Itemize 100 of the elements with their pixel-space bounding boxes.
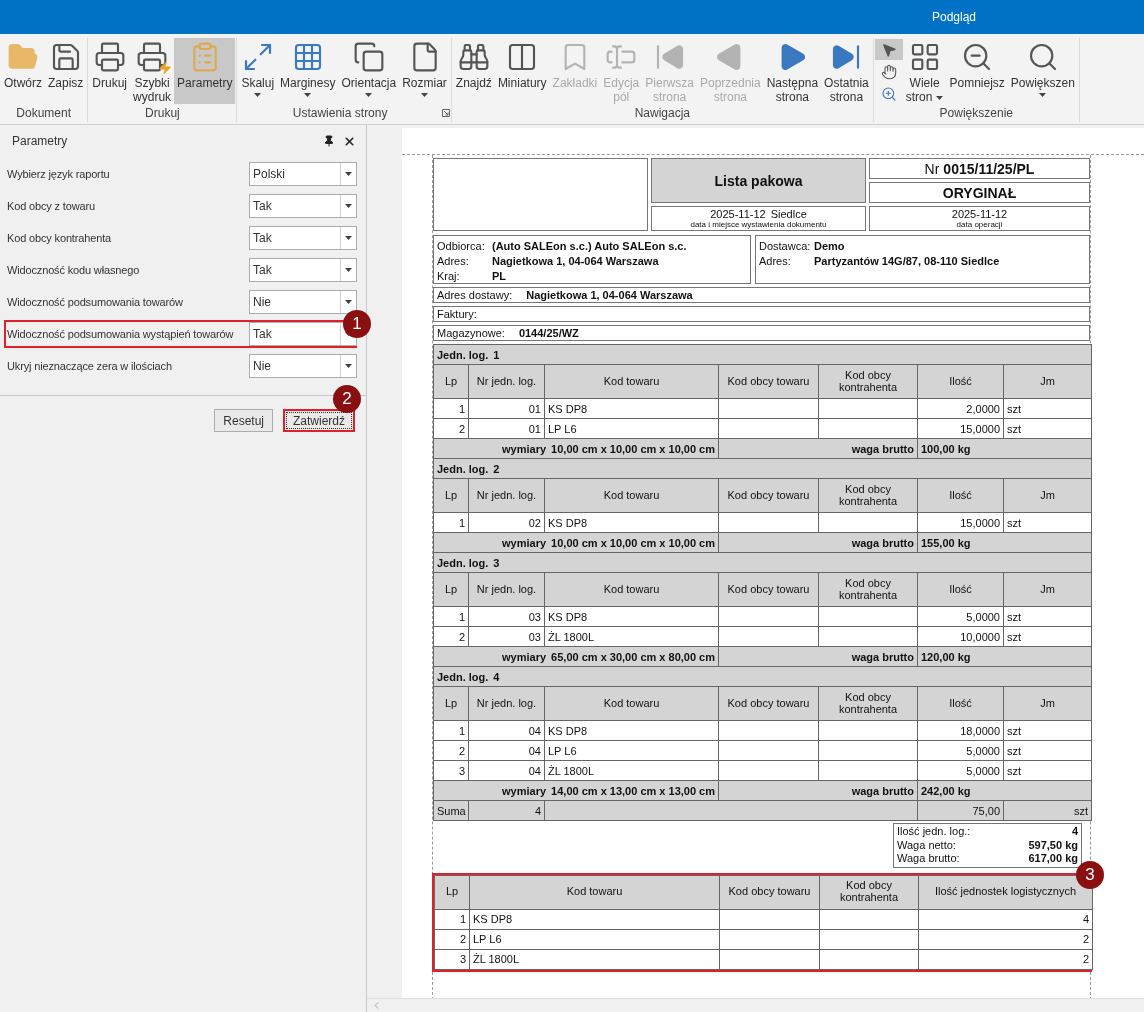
column-header: Jm xyxy=(1003,478,1092,513)
step-badge: 2 xyxy=(333,385,361,413)
ribbon-button[interactable]: Pomniejsz xyxy=(946,38,1008,104)
caret-icon xyxy=(365,93,373,98)
printer-bolt-icon xyxy=(136,41,169,73)
dropdown-field[interactable]: Polski xyxy=(249,162,357,186)
weight-label: waga brutto xyxy=(851,650,914,663)
column-header: Jm xyxy=(1003,364,1092,399)
field-value: Partyzantów 14G/87, 08-110 Siedlce xyxy=(814,254,1001,267)
field-value: Nagietkowa 1, 04-064 Warszawa xyxy=(526,289,693,301)
table-cell: 3 xyxy=(433,760,469,781)
caret-icon xyxy=(345,236,352,240)
caret-icon xyxy=(936,96,944,101)
unit-title: Jedn. log. xyxy=(437,348,489,361)
printer-icon xyxy=(93,41,126,73)
caret-icon xyxy=(254,93,262,98)
ribbon-button[interactable]: Szybki wydruk xyxy=(130,38,175,104)
column-header: Lp xyxy=(433,478,469,513)
total-label: Waga brutto: xyxy=(897,852,960,866)
total-label: Ilość jedn. log.: xyxy=(897,825,971,839)
document-title: Lista pakowa xyxy=(714,172,803,189)
column-header: Kod towaru xyxy=(544,364,719,399)
ribbon-button[interactable]: Znajdź xyxy=(452,38,495,104)
dimensions-label: wymiary xyxy=(502,650,547,663)
column-header: Lp xyxy=(434,875,470,909)
ribbon-button[interactable]: Rozmiar xyxy=(399,38,450,104)
option-label: Widoczność kodu własnego xyxy=(6,264,140,276)
column-header: Kod obcy towaru xyxy=(719,875,820,909)
panel-button[interactable]: Zatwierdź xyxy=(283,409,355,432)
field-caption: data operacji xyxy=(956,220,1003,229)
column-header: Kod towaru xyxy=(544,478,719,513)
unit-number: 3 xyxy=(493,556,500,569)
dropdown-field[interactable]: Tak xyxy=(249,194,357,218)
dimensions-label: wymiary xyxy=(502,784,547,797)
caret-icon xyxy=(345,268,352,272)
unit-title: Jedn. log. xyxy=(437,670,489,683)
column-header: Nr jedn. log. xyxy=(468,364,545,399)
ribbon-button[interactable]: Skaluj xyxy=(238,38,278,104)
column-header: Lp xyxy=(433,572,469,607)
table-cell: 2 xyxy=(433,418,469,439)
column-header: Kod towaru xyxy=(469,875,720,909)
tool-button[interactable] xyxy=(874,39,903,60)
close-icon[interactable] xyxy=(343,134,356,148)
table-cell: 2 xyxy=(433,740,469,761)
column-header: Jm xyxy=(1003,572,1092,607)
caret-icon xyxy=(304,93,312,98)
column-header: Nr jedn. log. xyxy=(468,686,545,721)
ribbon-button[interactable]: Drukuj xyxy=(89,38,131,104)
dropdown-field[interactable]: Tak xyxy=(249,226,357,250)
column-header: Nr jedn. log. xyxy=(468,572,545,607)
group-label: Ustawienia strony xyxy=(291,106,389,120)
option-label: Widoczność podsumowania wystąpień towarów xyxy=(6,328,234,340)
field-label: Odbiorca: xyxy=(437,239,486,252)
caret-icon xyxy=(345,364,352,368)
unit-number: 1 xyxy=(493,348,500,361)
issue-date: 2025-11-12 xyxy=(710,208,766,220)
weight-value: 155,00 kg xyxy=(921,536,971,549)
total-value: 617,00 kg xyxy=(1028,852,1078,866)
option-label: Widoczność podsumowania towarów xyxy=(6,296,183,308)
column-header: Kod obcy towaru xyxy=(718,686,819,721)
ribbon-button[interactable]: Parametry xyxy=(174,38,236,104)
ribbon-button[interactable]: Powiększen xyxy=(1007,38,1078,104)
column-header: Kod obcy kontrahenta xyxy=(818,686,918,721)
number-prefix: Nr xyxy=(924,160,940,177)
window-title: Podgląd xyxy=(931,10,976,24)
ribbon-button[interactable]: Ostatnia strona xyxy=(821,38,872,104)
column-header: Kod towaru xyxy=(544,572,719,607)
field-label: Kraj: xyxy=(437,269,461,282)
dropdown-field[interactable]: Nie xyxy=(249,354,357,378)
ribbon-button[interactable]: Następna strona xyxy=(763,38,822,104)
weight-label: waga brutto xyxy=(851,536,914,549)
weight-label: waga brutto xyxy=(851,442,914,455)
column-header: Lp xyxy=(433,686,469,721)
table-cell: 2 xyxy=(433,626,469,647)
column-header: Ilość xyxy=(917,572,1004,607)
option-label: Kod obcy z towaru xyxy=(6,200,95,212)
group-label: Nawigacja xyxy=(633,106,691,120)
pin-icon[interactable] xyxy=(323,135,335,147)
ribbon-button[interactable]: Otwórz xyxy=(1,38,45,104)
launcher-icon[interactable] xyxy=(441,109,450,117)
group-label: Powiększenie xyxy=(938,106,1014,120)
ribbon-button[interactable]: Wiele stron xyxy=(902,38,947,104)
field-value: (Auto SALEon s.c.) Auto SALEon s.c. xyxy=(492,239,688,252)
document-number: 0015/11/25/PL xyxy=(943,160,1035,177)
weight-label: waga brutto xyxy=(851,784,914,797)
table-cell: 1 xyxy=(434,909,470,929)
ribbon-button[interactable]: Marginesy xyxy=(277,38,339,104)
ribbon-button[interactable]: Miniatury xyxy=(494,38,550,104)
ribbon-button[interactable]: Orientacja xyxy=(338,38,400,104)
ribbon-button[interactable]: Zapisz xyxy=(45,38,87,104)
weight-value: 242,00 kg xyxy=(921,784,971,797)
dropdown-field[interactable]: Tak xyxy=(249,258,357,282)
field-value: PL xyxy=(492,269,508,282)
field-value: 0144/25/WZ xyxy=(518,327,579,339)
step-badge: 1 xyxy=(343,310,371,338)
panel-button[interactable]: Resetuj xyxy=(214,409,273,432)
column-header: Kod obcy towaru xyxy=(718,572,819,607)
table-cell: 1 xyxy=(433,606,469,627)
horizontal-scrollbar[interactable] xyxy=(367,998,1144,1012)
dropdown-field[interactable]: Nie xyxy=(249,290,357,314)
